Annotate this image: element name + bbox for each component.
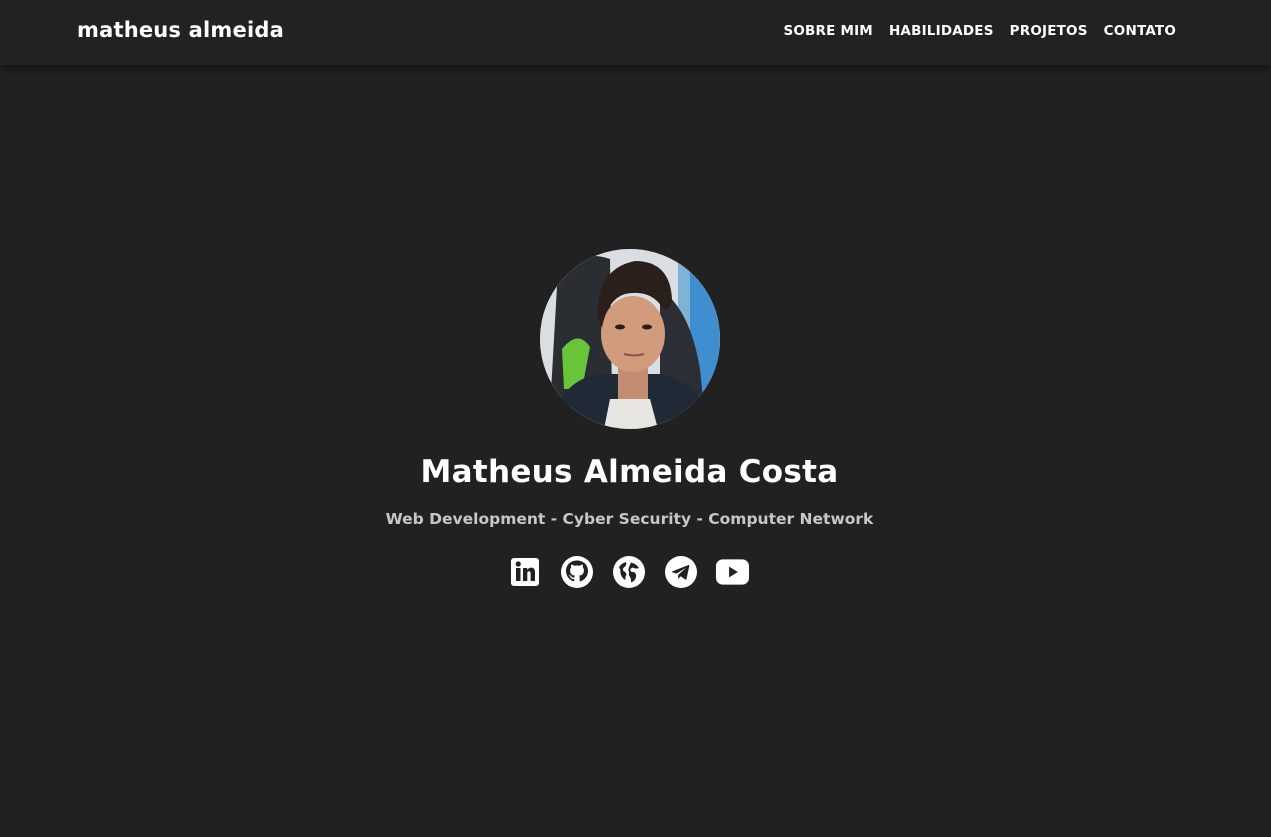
github-link[interactable]	[559, 555, 594, 589]
website-link[interactable]	[611, 555, 646, 589]
hero-name: Matheus Almeida Costa	[420, 454, 839, 490]
nav-link-projetos[interactable]: PROJETOS	[1010, 23, 1088, 39]
nav-links: SOBRE MIM HABILIDADES PROJETOS CONTATO	[783, 23, 1176, 39]
telegram-icon	[664, 556, 697, 588]
hero-subtitle: Web Development - Cyber Security - Compu…	[385, 510, 874, 528]
youtube-link[interactable]	[715, 555, 750, 589]
nav-link-habilidades[interactable]: HABILIDADES	[889, 23, 994, 39]
github-icon	[560, 556, 593, 588]
linkedin-icon	[510, 558, 539, 586]
social-links	[507, 555, 750, 589]
navbar: matheus almeida SOBRE MIM HABILIDADES PR…	[0, 0, 1271, 65]
youtube-icon	[715, 559, 750, 585]
profile-photo	[540, 249, 720, 429]
linkedin-link[interactable]	[507, 555, 542, 589]
brand-link[interactable]: matheus almeida	[77, 18, 284, 42]
profile-avatar	[540, 249, 720, 429]
globe-icon	[612, 556, 645, 588]
telegram-link[interactable]	[663, 555, 698, 589]
nav-link-sobre-mim[interactable]: SOBRE MIM	[783, 23, 873, 39]
nav-link-contato[interactable]: CONTATO	[1104, 23, 1176, 39]
hero-section: Matheus Almeida Costa Web Development - …	[0, 65, 1271, 837]
